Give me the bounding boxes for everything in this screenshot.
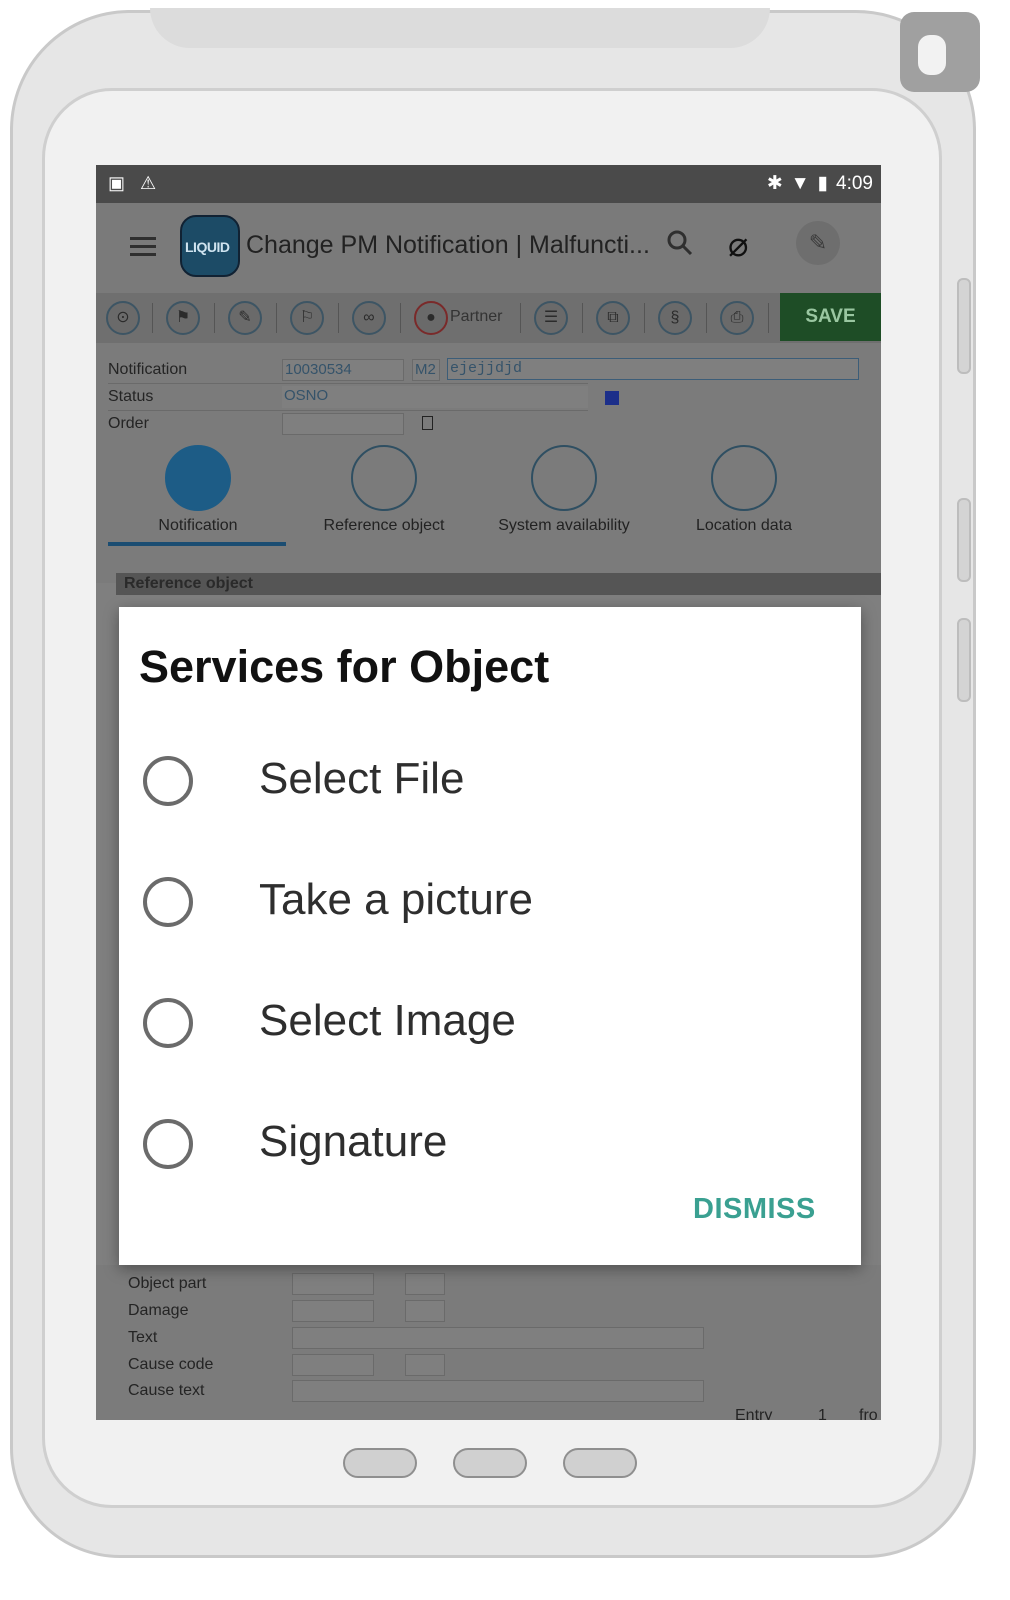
object-part-label: Object part <box>128 1275 207 1292</box>
action-toolbar: ⊙ ⚑ ✎ ⚐ ∞ ● Partner ☰ ⧉ § ⎙ SAVE <box>96 293 881 343</box>
tab-system-availability[interactable]: System availability <box>474 445 654 535</box>
section-tabs: Notification Reference object System ava… <box>96 435 881 546</box>
toolbar-complete-icon[interactable]: ⚐ <box>290 301 324 335</box>
cause-code-label: Cause code <box>128 1356 214 1373</box>
tab-location-data[interactable]: Location data <box>654 445 834 535</box>
damage-code-field[interactable] <box>405 1300 445 1322</box>
wifi-icon: ▼ <box>790 172 810 194</box>
radio-button[interactable] <box>143 877 193 927</box>
entry-from-label: fro <box>859 1407 878 1420</box>
entry-label: Entry <box>735 1407 773 1420</box>
status-field: OSNO <box>282 386 588 408</box>
toolbar-print-icon[interactable]: ⎙ <box>720 301 754 335</box>
tab-label: Location data <box>695 517 793 534</box>
paperclip-icon[interactable]: ⌀ <box>728 225 748 265</box>
text-label: Text <box>128 1329 158 1346</box>
toolbar-display-icon[interactable]: ⊙ <box>106 301 140 335</box>
logo-text: LIQUID <box>185 239 230 255</box>
document-icon[interactable] <box>422 416 433 430</box>
status-bar: ▣ ⚠ ✱ ▼ ▮ 4:09 <box>96 165 881 203</box>
option-take-picture[interactable]: Take a picture <box>119 855 861 945</box>
damage-cause-form: Object part Damage Text Cause code Cause… <box>96 1265 881 1420</box>
cause-code-extra-field[interactable] <box>405 1354 445 1376</box>
lanyard-clip-hole <box>918 35 946 75</box>
toolbar-copy-icon[interactable]: ⧉ <box>596 301 630 335</box>
dialog-title: Services for Object <box>139 641 550 692</box>
partner-label[interactable]: Partner <box>450 308 502 326</box>
notification-type-field[interactable]: M2 <box>412 359 440 381</box>
services-dialog: Services for Object Select File Take a p… <box>119 607 861 1265</box>
option-label: Take a picture <box>259 875 533 924</box>
hardware-back-button[interactable] <box>343 1448 417 1478</box>
option-select-image[interactable]: Select Image <box>119 976 861 1066</box>
text-field[interactable] <box>292 1327 704 1349</box>
option-select-file[interactable]: Select File <box>119 734 861 824</box>
side-button-middle[interactable] <box>957 498 971 582</box>
entry-value: 1 <box>818 1407 827 1420</box>
hardware-home-button[interactable] <box>453 1448 527 1478</box>
description-field[interactable]: ejejjdjd <box>447 358 859 380</box>
status-bar-system: ✱ ▼ ▮ 4:09 <box>767 172 873 195</box>
clock: 4:09 <box>836 172 873 194</box>
info-icon[interactable] <box>605 391 619 405</box>
toolbar-flag-icon[interactable]: ⚑ <box>166 301 200 335</box>
notification-tab-icon <box>165 445 231 511</box>
tab-label: Notification <box>158 517 238 534</box>
object-part-code-field[interactable] <box>405 1273 445 1295</box>
radio-button[interactable] <box>143 998 193 1048</box>
battery-icon: ▮ <box>817 173 829 194</box>
order-label: Order <box>108 415 149 432</box>
tablet-top-bump <box>150 8 770 48</box>
info-person-icon <box>351 445 417 511</box>
pen-icon[interactable]: ✎ <box>796 221 840 265</box>
radio-button[interactable] <box>143 756 193 806</box>
toolbar-scroll-icon[interactable]: § <box>658 301 692 335</box>
option-signature[interactable]: Signature <box>119 1097 861 1187</box>
toolbar-binoculars-icon[interactable]: ∞ <box>352 301 386 335</box>
dismiss-button[interactable]: DISMISS <box>693 1193 816 1226</box>
tab-label: Reference object <box>323 517 445 534</box>
tab-reference-object[interactable]: Reference object <box>294 445 474 535</box>
active-tab-indicator <box>108 542 286 546</box>
option-label: Select File <box>259 754 465 803</box>
image-notification-icon: ▣ <box>108 173 126 193</box>
cause-text-label: Cause text <box>128 1382 205 1399</box>
toolbar-edit-icon[interactable]: ✎ <box>228 301 262 335</box>
bluetooth-icon: ✱ <box>766 173 783 194</box>
side-button-top[interactable] <box>957 278 971 374</box>
app-bar: LIQUID Change PM Notification | Malfunct… <box>96 203 881 293</box>
location-chart-icon <box>711 445 777 511</box>
save-button[interactable]: SAVE <box>780 293 881 341</box>
option-label: Signature <box>259 1117 448 1166</box>
option-label: Select Image <box>259 996 516 1045</box>
cause-text-field[interactable] <box>292 1380 704 1402</box>
radio-button[interactable] <box>143 1119 193 1169</box>
damage-label: Damage <box>128 1302 189 1319</box>
hardware-recents-button[interactable] <box>563 1448 637 1478</box>
notification-label: Notification <box>108 361 188 378</box>
order-field[interactable] <box>282 413 404 435</box>
side-button-bottom[interactable] <box>957 618 971 702</box>
liquid-logo: LIQUID <box>180 215 240 277</box>
status-bar-notifications: ▣ ⚠ <box>108 173 156 194</box>
tab-label: System availability <box>498 517 630 534</box>
tab-notification[interactable]: Notification <box>108 445 288 535</box>
warning-icon: ⚠ <box>140 173 157 193</box>
damage-field[interactable] <box>292 1300 374 1322</box>
search-icon[interactable] <box>666 229 694 257</box>
reference-object-section-header: Reference object <box>116 573 881 595</box>
status-label: Status <box>108 388 154 405</box>
toolbar-document-icon[interactable]: ☰ <box>534 301 568 335</box>
toolbar-partner-icon[interactable]: ● <box>414 301 448 335</box>
cause-code-field[interactable] <box>292 1354 374 1376</box>
object-part-field[interactable] <box>292 1273 374 1295</box>
notification-number-field[interactable]: 10030534 <box>282 359 404 381</box>
printer-icon <box>531 445 597 511</box>
hamburger-menu-icon[interactable] <box>130 237 156 257</box>
page-title: Change PM Notification | Malfuncti... <box>246 231 650 259</box>
